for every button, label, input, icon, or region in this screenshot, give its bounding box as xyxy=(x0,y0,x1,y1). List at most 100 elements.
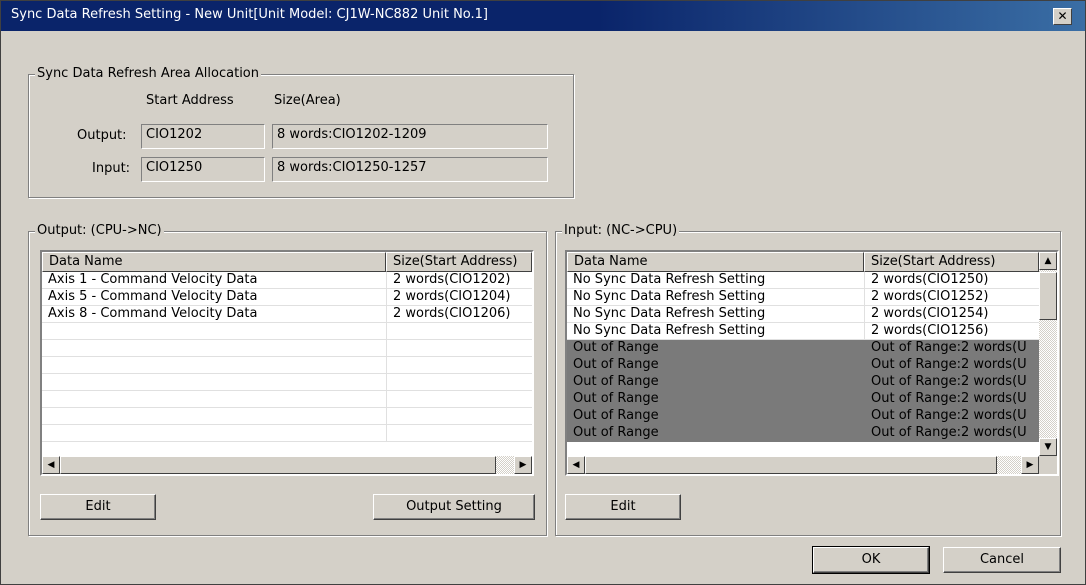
row-data-name xyxy=(42,323,386,340)
row-size xyxy=(386,340,532,357)
input-scroll-down-button[interactable]: ▼ xyxy=(1039,438,1057,456)
row-size: Out of Range:2 words(U xyxy=(864,340,1039,357)
row-size: 2 words(CIO1254) xyxy=(864,306,1039,323)
table-row[interactable] xyxy=(42,374,532,391)
table-row[interactable]: Out of Range Out of Range:2 words(U xyxy=(567,408,1039,425)
table-row[interactable]: Out of Range Out of Range:2 words(U xyxy=(567,374,1039,391)
input-col-size[interactable]: Size(Start Address) xyxy=(864,252,1039,272)
input-hscroll-thumb[interactable] xyxy=(585,456,997,474)
row-size xyxy=(386,323,532,340)
close-button[interactable]: ✕ xyxy=(1053,8,1072,25)
input-vscroll-thumb[interactable] xyxy=(1039,272,1057,320)
row-data-name xyxy=(42,340,386,357)
table-row[interactable]: Axis 1 - Command Velocity Data 2 words(CI… xyxy=(42,272,532,289)
row-data-name: Out of Range xyxy=(567,408,864,425)
title-bar[interactable]: Sync Data Refresh Setting - New Unit[Uni… xyxy=(1,1,1085,31)
row-data-name xyxy=(42,391,386,408)
input-col-data-name[interactable]: Data Name xyxy=(567,252,864,272)
row-data-name: Out of Range xyxy=(567,425,864,442)
output-hscroll-thumb[interactable] xyxy=(60,456,496,474)
table-row[interactable]: Out of Range Out of Range:2 words(U xyxy=(567,391,1039,408)
row-data-name xyxy=(42,425,386,442)
row-data-name: Out of Range xyxy=(567,391,864,408)
row-size: Out of Range:2 words(U xyxy=(864,408,1039,425)
input-scroll-right-button[interactable]: ▶ xyxy=(1021,456,1039,474)
row-data-name: Axis 5 - Command Velocity Data xyxy=(42,289,386,306)
row-data-name: No Sync Data Refresh Setting xyxy=(567,272,864,289)
input-edit-button[interactable]: Edit xyxy=(565,494,681,520)
close-icon: ✕ xyxy=(1057,9,1068,23)
arrow-right-icon: ▶ xyxy=(519,460,527,470)
cancel-button[interactable]: Cancel xyxy=(943,547,1061,573)
dialog-window: Sync Data Refresh Setting - New Unit[Uni… xyxy=(0,0,1086,585)
output-edit-button[interactable]: Edit xyxy=(40,494,156,520)
row-size: 2 words(CIO1252) xyxy=(864,289,1039,306)
table-row[interactable]: No Sync Data Refresh Setting 2 words(CIO1… xyxy=(567,272,1039,289)
output-scroll-left-button[interactable]: ◀ xyxy=(42,456,60,474)
input-start-field: CIO1250 xyxy=(141,157,265,182)
row-size xyxy=(386,374,532,391)
input-list-header: Data Name Size(Start Address) xyxy=(567,252,1039,272)
output-col-size[interactable]: Size(Start Address) xyxy=(386,252,532,272)
row-data-name: Axis 8 - Command Velocity Data xyxy=(42,306,386,323)
input-scroll-left-button[interactable]: ◀ xyxy=(567,456,585,474)
table-row[interactable] xyxy=(42,323,532,340)
table-row[interactable]: Out of Range Out of Range:2 words(U xyxy=(567,425,1039,442)
input-scroll-corner xyxy=(1039,456,1057,474)
row-data-name: Out of Range xyxy=(567,357,864,374)
row-size: Out of Range:2 words(U xyxy=(864,425,1039,442)
output-list-header: Data Name Size(Start Address) xyxy=(42,252,532,272)
input-label: Input: xyxy=(92,161,131,176)
row-size xyxy=(386,391,532,408)
row-data-name: No Sync Data Refresh Setting xyxy=(567,289,864,306)
input-vscrollbar[interactable]: ▲ ▼ xyxy=(1039,252,1057,456)
row-data-name xyxy=(42,374,386,391)
table-row[interactable]: No Sync Data Refresh Setting 2 words(CIO1… xyxy=(567,306,1039,323)
output-label: Output: xyxy=(77,128,127,143)
table-row[interactable] xyxy=(42,340,532,357)
output-scroll-right-button[interactable]: ▶ xyxy=(514,456,532,474)
table-row[interactable]: No Sync Data Refresh Setting 2 words(CIO1… xyxy=(567,289,1039,306)
table-row[interactable]: Out of Range Out of Range:2 words(U xyxy=(567,357,1039,374)
row-size: Out of Range:2 words(U xyxy=(864,391,1039,408)
row-size: Out of Range:2 words(U xyxy=(864,357,1039,374)
arrow-left-icon: ◀ xyxy=(572,460,580,470)
output-size-field: 8 words:CIO1202-1209 xyxy=(272,124,548,149)
row-size: 2 words(CIO1206) xyxy=(386,306,532,323)
row-data-name: No Sync Data Refresh Setting xyxy=(567,306,864,323)
table-row[interactable] xyxy=(42,357,532,374)
row-size: 2 words(CIO1250) xyxy=(864,272,1039,289)
input-scroll-up-button[interactable]: ▲ xyxy=(1039,252,1057,270)
row-data-name: Axis 1 - Command Velocity Data xyxy=(42,272,386,289)
row-data-name: No Sync Data Refresh Setting xyxy=(567,323,864,340)
table-row[interactable] xyxy=(42,408,532,425)
size-area-header: Size(Area) xyxy=(274,93,341,108)
table-row[interactable] xyxy=(42,425,532,442)
output-hscrollbar[interactable]: ◀ ▶ xyxy=(42,456,532,474)
input-hscrollbar[interactable]: ◀ ▶ xyxy=(567,456,1039,474)
row-size: 2 words(CIO1202) xyxy=(386,272,532,289)
ok-button[interactable]: OK xyxy=(812,546,930,574)
arrow-down-icon: ▼ xyxy=(1044,442,1052,452)
table-row[interactable] xyxy=(42,391,532,408)
table-row[interactable]: Axis 5 - Command Velocity Data 2 words(CI… xyxy=(42,289,532,306)
table-row[interactable]: Axis 8 - Command Velocity Data 2 words(CI… xyxy=(42,306,532,323)
row-data-name xyxy=(42,357,386,374)
input-list-body: No Sync Data Refresh Setting 2 words(CIO1… xyxy=(567,272,1039,442)
output-start-field: CIO1202 xyxy=(141,124,265,149)
table-row[interactable]: No Sync Data Refresh Setting 2 words(CIO1… xyxy=(567,323,1039,340)
input-group-label: Input: (NC->CPU) xyxy=(562,223,680,238)
output-setting-button[interactable]: Output Setting xyxy=(373,494,535,520)
row-data-name: Out of Range xyxy=(567,374,864,391)
row-data-name xyxy=(42,408,386,425)
row-size xyxy=(386,408,532,425)
input-listview[interactable]: Data Name Size(Start Address) No Sync Da… xyxy=(565,250,1059,476)
output-col-data-name[interactable]: Data Name xyxy=(42,252,386,272)
output-listview[interactable]: Data Name Size(Start Address) Axis 1 - C… xyxy=(40,250,534,476)
allocation-group-label: Sync Data Refresh Area Allocation xyxy=(35,66,261,81)
table-row[interactable]: Out of Range Out of Range:2 words(U xyxy=(567,340,1039,357)
output-group-label: Output: (CPU->NC) xyxy=(35,223,164,238)
row-size xyxy=(386,357,532,374)
row-size: 2 words(CIO1256) xyxy=(864,323,1039,340)
row-size: 2 words(CIO1204) xyxy=(386,289,532,306)
